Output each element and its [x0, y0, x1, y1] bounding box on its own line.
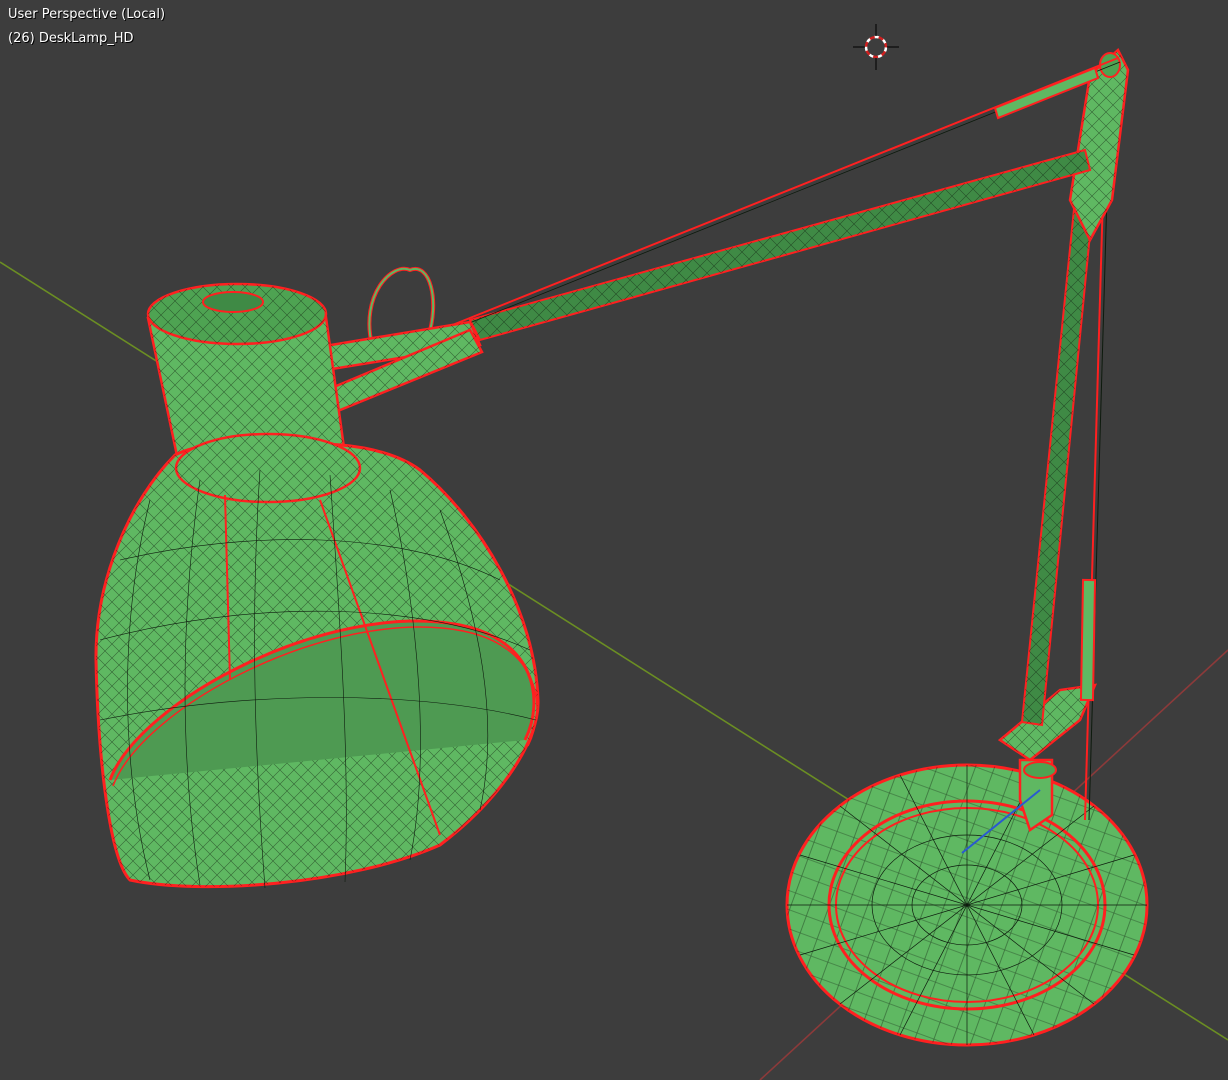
- viewport-view-label: User Perspective (Local): [8, 7, 166, 22]
- lamp-base[interactable]: [785, 763, 1149, 1047]
- lamp-shade[interactable]: [94, 432, 540, 889]
- upper-arm[interactable]: [439, 57, 1121, 342]
- desk-lamp-mesh[interactable]: [94, 47, 1149, 1047]
- 3d-viewport[interactable]: [0, 0, 1228, 1080]
- 3d-cursor-icon[interactable]: [853, 24, 899, 70]
- viewport-object-label: (26) DeskLamp_HD: [8, 31, 134, 46]
